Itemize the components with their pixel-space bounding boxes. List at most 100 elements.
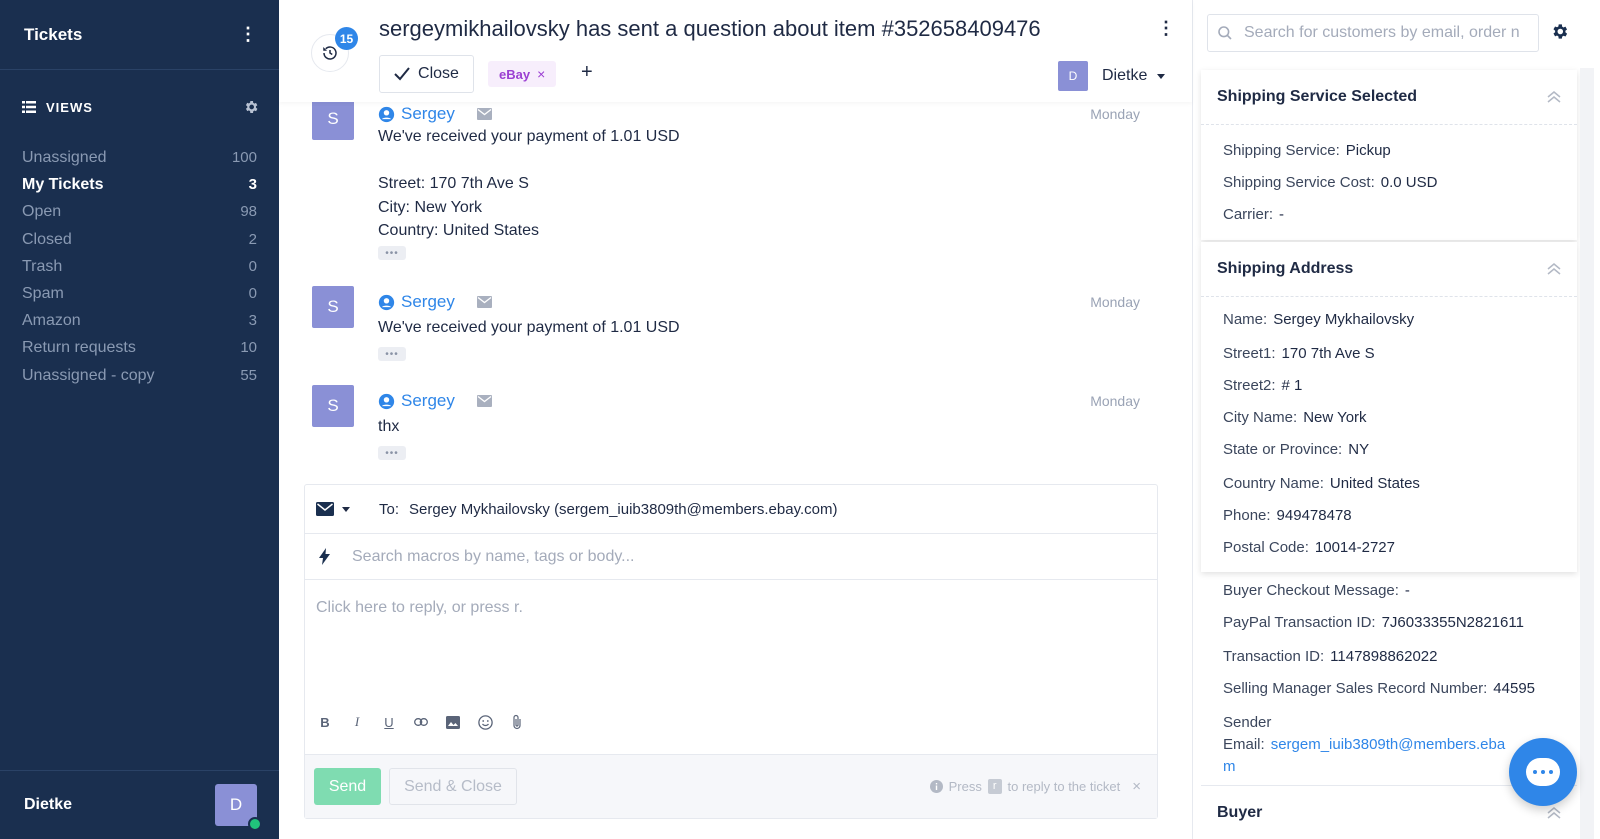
settings-gear-icon[interactable] [1550, 22, 1569, 41]
field-key: Name: [1223, 311, 1268, 328]
panel-scrollbar[interactable] [1580, 68, 1594, 839]
to-label: To: [379, 500, 400, 518]
sender-avatar: S [312, 385, 354, 427]
show-more-button[interactable]: ••• [378, 347, 406, 361]
user-avatar[interactable]: D [215, 784, 262, 831]
underline-button[interactable]: U [380, 713, 398, 731]
chat-bubble-icon [1526, 758, 1560, 786]
field-key: Buyer Checkout Message: [1223, 582, 1399, 599]
italic-button[interactable]: I [348, 713, 366, 731]
message-item: S Sergey Monday We've received your paym… [312, 286, 1140, 366]
recipient-field[interactable]: Sergey Mykhailovsky (sergem_iuib3809th@m… [409, 501, 837, 518]
info-icon [929, 780, 943, 793]
field-key: Transaction ID: [1223, 648, 1325, 665]
current-user-name: Dietke [24, 796, 73, 813]
customer-icon [378, 106, 395, 122]
shipping-cost-row: Shipping Service Cost: 0.0 USD [1223, 174, 1437, 191]
field-key: Street2: [1223, 377, 1276, 394]
close-ticket-button[interactable]: Close [379, 55, 474, 93]
macro-search-input[interactable]: Search macros by name, tags or body... [352, 548, 635, 566]
customer-search-input[interactable]: Search for customers by email, order n [1244, 24, 1520, 42]
field-key: Shipping Service: [1223, 142, 1340, 159]
paypal-transaction-row: PayPal Transaction ID: 7J6033355N2821611 [1223, 614, 1524, 631]
check-icon [394, 67, 410, 81]
address-city-row: City Name: New York [1223, 409, 1367, 426]
message-time: Monday [1090, 393, 1140, 409]
view-item-trash[interactable]: Trash 0 [22, 253, 257, 280]
message-body: thx [378, 418, 400, 435]
image-icon[interactable] [444, 713, 462, 731]
view-label: Return requests [22, 339, 136, 357]
formatting-toolbar: B I U [316, 713, 526, 731]
send-and-close-button[interactable]: Send & Close [389, 768, 517, 805]
email-channel-icon [476, 296, 492, 308]
channel-selector[interactable] [305, 502, 379, 516]
email-label: Email: [1223, 736, 1265, 753]
tag-ebay[interactable]: eBay × [488, 61, 557, 87]
sender-email-link[interactable]: sergem_iuib3809th@members.eba [1271, 736, 1506, 753]
checkout-message-row: Buyer Checkout Message: - [1223, 582, 1410, 599]
show-more-button[interactable]: ••• [378, 246, 406, 260]
history-count-badge: 15 [335, 27, 358, 50]
ticket-menu-icon[interactable]: ⋮ [1157, 18, 1175, 39]
address-state-row: State or Province: NY [1223, 441, 1369, 458]
emoji-icon[interactable] [476, 713, 494, 731]
shipping-service-row: Shipping Service: Pickup [1223, 142, 1391, 159]
field-key: City Name: [1223, 409, 1298, 426]
address-postal-row: Postal Code: 10014-2727 [1223, 539, 1395, 556]
view-item-unassigned[interactable]: Unassigned 100 [22, 144, 257, 171]
macro-search[interactable]: Search macros by name, tags or body... [305, 534, 1157, 580]
sender-name[interactable]: Sergey [401, 104, 455, 124]
field-value: # 1 [1281, 377, 1303, 394]
view-label: Unassigned [22, 149, 107, 166]
field-key: PayPal Transaction ID: [1223, 614, 1376, 631]
field-value: - [1404, 582, 1410, 599]
attachment-icon[interactable] [508, 713, 526, 731]
assignee-dropdown[interactable]: D Dietke [1058, 61, 1166, 91]
view-item-return-requests[interactable]: Return requests 10 [22, 334, 257, 361]
transaction-id-row: Transaction ID: 1147898862022 [1223, 648, 1438, 665]
collapse-icon[interactable] [1547, 91, 1561, 103]
field-key: Shipping Service Cost: [1223, 174, 1375, 191]
shipping-service-header[interactable]: Shipping Service Selected [1201, 70, 1577, 125]
send-button[interactable]: Send [314, 768, 381, 805]
view-item-my-tickets[interactable]: My Tickets 3 [22, 171, 257, 198]
field-value: 1147898862022 [1330, 648, 1438, 665]
customer-search[interactable]: Search for customers by email, order n [1207, 14, 1539, 52]
sender-name[interactable]: Sergey [401, 292, 455, 312]
view-count: 10 [240, 339, 257, 357]
composer-footer: Send Send & Close Press r to reply to th… [305, 754, 1157, 818]
sidebar-menu-icon[interactable]: ⋮ [239, 24, 257, 45]
view-item-closed[interactable]: Closed 2 [22, 226, 257, 253]
view-list: Unassigned 100 My Tickets 3 Open 98 Closed 2… [22, 144, 257, 389]
add-tag-button[interactable]: + [581, 61, 593, 84]
link-icon[interactable] [412, 713, 430, 731]
history-icon [323, 46, 337, 60]
sidebar-header: Tickets ⋮ [0, 0, 279, 70]
sidebar: Tickets ⋮ VIEWS Unassigned 100 My Tickets… [0, 0, 279, 839]
dismiss-hint-icon[interactable]: × [1132, 778, 1141, 795]
view-item-amazon[interactable]: Amazon 3 [22, 307, 257, 334]
card-title: Shipping Service Selected [1217, 88, 1418, 105]
chat-launcher-button[interactable] [1509, 738, 1577, 806]
views-settings-gear-icon[interactable] [243, 99, 259, 115]
reply-textarea[interactable]: Click here to reply, or press r. [316, 599, 523, 617]
shipping-service-card: Shipping Service Selected Shipping Servi… [1201, 70, 1577, 240]
view-item-unassigned-copy[interactable]: Unassigned - copy 55 [22, 362, 257, 389]
ticket-subject[interactable]: sergeymikhailovsky has sent a question a… [379, 16, 1109, 42]
shipping-address-header[interactable]: Shipping Address [1201, 242, 1577, 297]
sender-email-link-wrap[interactable]: m [1223, 756, 1505, 778]
card-title: Buyer [1217, 803, 1263, 821]
view-item-spam[interactable]: Spam 0 [22, 280, 257, 307]
show-more-button[interactable]: ••• [378, 446, 406, 460]
collapse-icon[interactable] [1547, 263, 1561, 275]
field-key: Postal Code: [1223, 539, 1309, 556]
collapse-icon[interactable] [1547, 806, 1561, 819]
bold-button[interactable]: B [316, 713, 334, 731]
sidebar-title: Tickets [24, 24, 83, 44]
email-channel-icon [476, 395, 492, 407]
field-value: New York [1303, 409, 1367, 426]
sender-name[interactable]: Sergey [401, 391, 455, 411]
tag-remove-icon[interactable]: × [537, 66, 545, 82]
view-item-open[interactable]: Open 98 [22, 198, 257, 225]
